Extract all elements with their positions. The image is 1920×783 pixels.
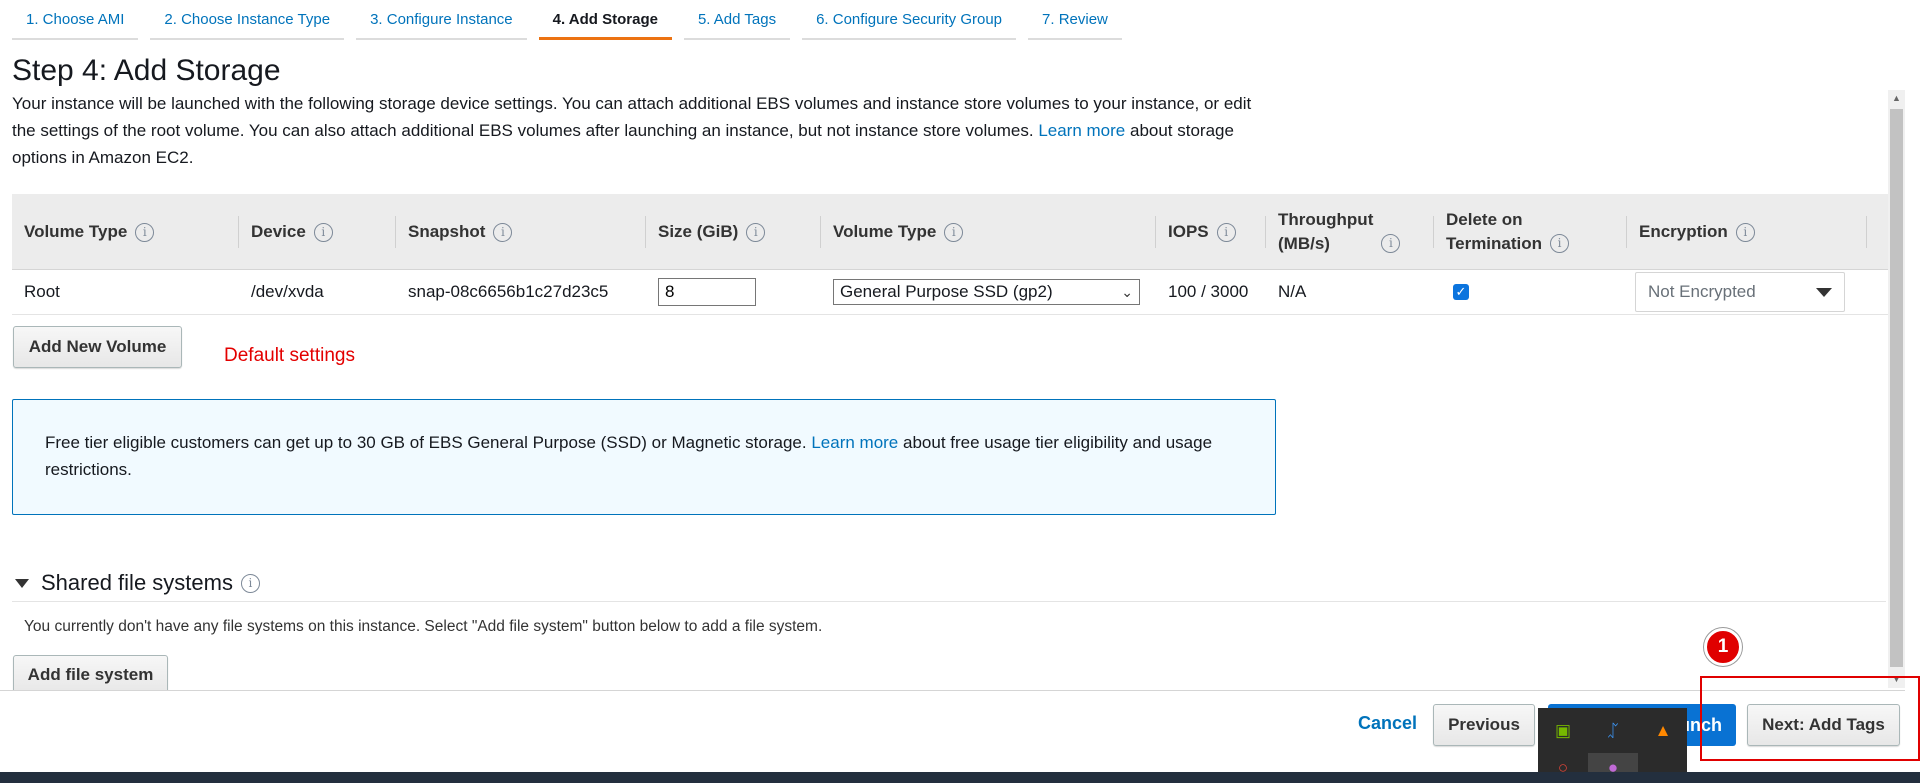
nvidia-icon[interactable]: ▣	[1538, 708, 1588, 753]
learn-more-link[interactable]: Learn more	[1038, 121, 1125, 140]
storage-table: Volume Type i Device i Snapshot i Size (GiB…	[12, 194, 1888, 315]
volume-type-select[interactable]: General Purpose SSD (gp2) ⌄	[833, 279, 1140, 305]
scrollbar[interactable]: ▲ ▼	[1888, 90, 1905, 688]
no-file-systems-text: You currently don't have any file system…	[24, 618, 823, 635]
cell-volume-type: Root	[24, 282, 60, 301]
header-throughput: Throughput (MB/s) i	[1266, 194, 1434, 270]
shared-file-systems-header[interactable]: Shared file systems i	[15, 570, 260, 596]
info-icon[interactable]: i	[746, 222, 766, 242]
size-input[interactable]	[658, 278, 756, 306]
footer-divider	[0, 690, 1905, 691]
intro-text: Your instance will be launched with the …	[12, 90, 1272, 171]
add-new-volume-button[interactable]: Add New Volume	[13, 326, 182, 368]
annotation-note: Default settings	[224, 345, 355, 366]
tab-add-tags[interactable]: 5. Add Tags	[683, 0, 791, 40]
info-icon[interactable]: i	[944, 222, 964, 242]
cell-device: /dev/xvda	[251, 282, 324, 301]
header-encryption: Encryption i	[1627, 194, 1867, 270]
wizard-tabs: 1. Choose AMI 2. Choose Instance Type 3.…	[12, 0, 1134, 40]
bluetooth-icon[interactable]: ᛢ	[1588, 708, 1638, 753]
info-icon[interactable]: i	[1216, 222, 1236, 242]
divider	[12, 601, 1886, 602]
tab-add-storage[interactable]: 4. Add Storage	[538, 0, 672, 40]
page-title: Step 4: Add Storage	[12, 54, 281, 87]
tab-choose-ami[interactable]: 1. Choose AMI	[12, 0, 139, 40]
cell-throughput: N/A	[1278, 282, 1307, 301]
scroll-thumb[interactable]	[1890, 109, 1903, 667]
tab-choose-instance-type[interactable]: 2. Choose Instance Type	[150, 0, 345, 40]
vlc-icon[interactable]: ▲	[1638, 708, 1688, 753]
shared-file-systems-title: Shared file systems	[41, 570, 233, 595]
cell-size	[646, 270, 821, 315]
header-device: Device i	[239, 194, 396, 270]
table-row: Root /dev/xvda snap-08c6656b1c27d23c5 Ge…	[12, 270, 1888, 315]
info-icon[interactable]: i	[1550, 233, 1570, 253]
encryption-select[interactable]: Not Encrypted	[1635, 272, 1845, 312]
tab-review[interactable]: 7. Review	[1028, 0, 1122, 40]
header-size: Size (GiB) i	[646, 194, 821, 270]
delete-on-termination-checkbox[interactable]: ✓	[1453, 284, 1469, 300]
free-tier-notice: Free tier eligible customers can get up …	[12, 399, 1276, 515]
header-ebs-volume-type: Volume Type i	[821, 194, 1156, 270]
header-snapshot: Snapshot i	[396, 194, 646, 270]
header-iops: IOPS i	[1156, 194, 1266, 270]
info-icon[interactable]: i	[135, 222, 155, 242]
cell-delete-on-termination: ✓	[1434, 270, 1627, 315]
main-content: Step 4: Add Storage Your instance will b…	[0, 40, 1890, 690]
collapse-triangle-icon	[15, 578, 29, 588]
info-icon[interactable]: i	[493, 222, 513, 242]
cell-snapshot: snap-08c6656b1c27d23c5	[408, 282, 609, 301]
tab-configure-instance[interactable]: 3. Configure Instance	[356, 0, 527, 40]
cell-iops: 100 / 3000	[1168, 282, 1249, 301]
annotation-highlight-box	[1700, 676, 1920, 761]
tab-configure-security-group[interactable]: 6. Configure Security Group	[802, 0, 1017, 40]
header-delete-on-termination: Delete on Termination i	[1434, 194, 1627, 270]
cancel-link[interactable]: Cancel	[1358, 713, 1417, 734]
cell-encryption: Not Encrypted	[1627, 270, 1867, 315]
caret-down-icon	[1816, 287, 1832, 297]
table-header: Volume Type i Device i Snapshot i Size (GiB…	[12, 194, 1888, 270]
volume-type-value: General Purpose SSD (gp2)	[840, 282, 1053, 301]
annotation-step-badge: 1	[1704, 628, 1742, 666]
info-icon[interactable]: i	[313, 222, 333, 242]
scroll-up-arrow-icon[interactable]: ▲	[1888, 90, 1905, 107]
add-file-system-button[interactable]: Add file system	[13, 655, 168, 690]
header-volume-type: Volume Type i	[12, 194, 239, 270]
info-icon[interactable]: i	[240, 573, 260, 593]
chevron-down-icon: ⌄	[1121, 283, 1133, 300]
notice-text: Free tier eligible customers can get up …	[45, 433, 807, 452]
cell-ebs-volume-type: General Purpose SSD (gp2) ⌄	[821, 270, 1156, 315]
encryption-value: Not Encrypted	[1648, 282, 1756, 301]
previous-button[interactable]: Previous	[1433, 704, 1535, 746]
info-icon[interactable]: i	[1381, 233, 1401, 253]
info-icon[interactable]: i	[1735, 222, 1755, 242]
taskbar	[0, 772, 1920, 783]
notice-learn-more-link[interactable]: Learn more	[811, 433, 898, 452]
